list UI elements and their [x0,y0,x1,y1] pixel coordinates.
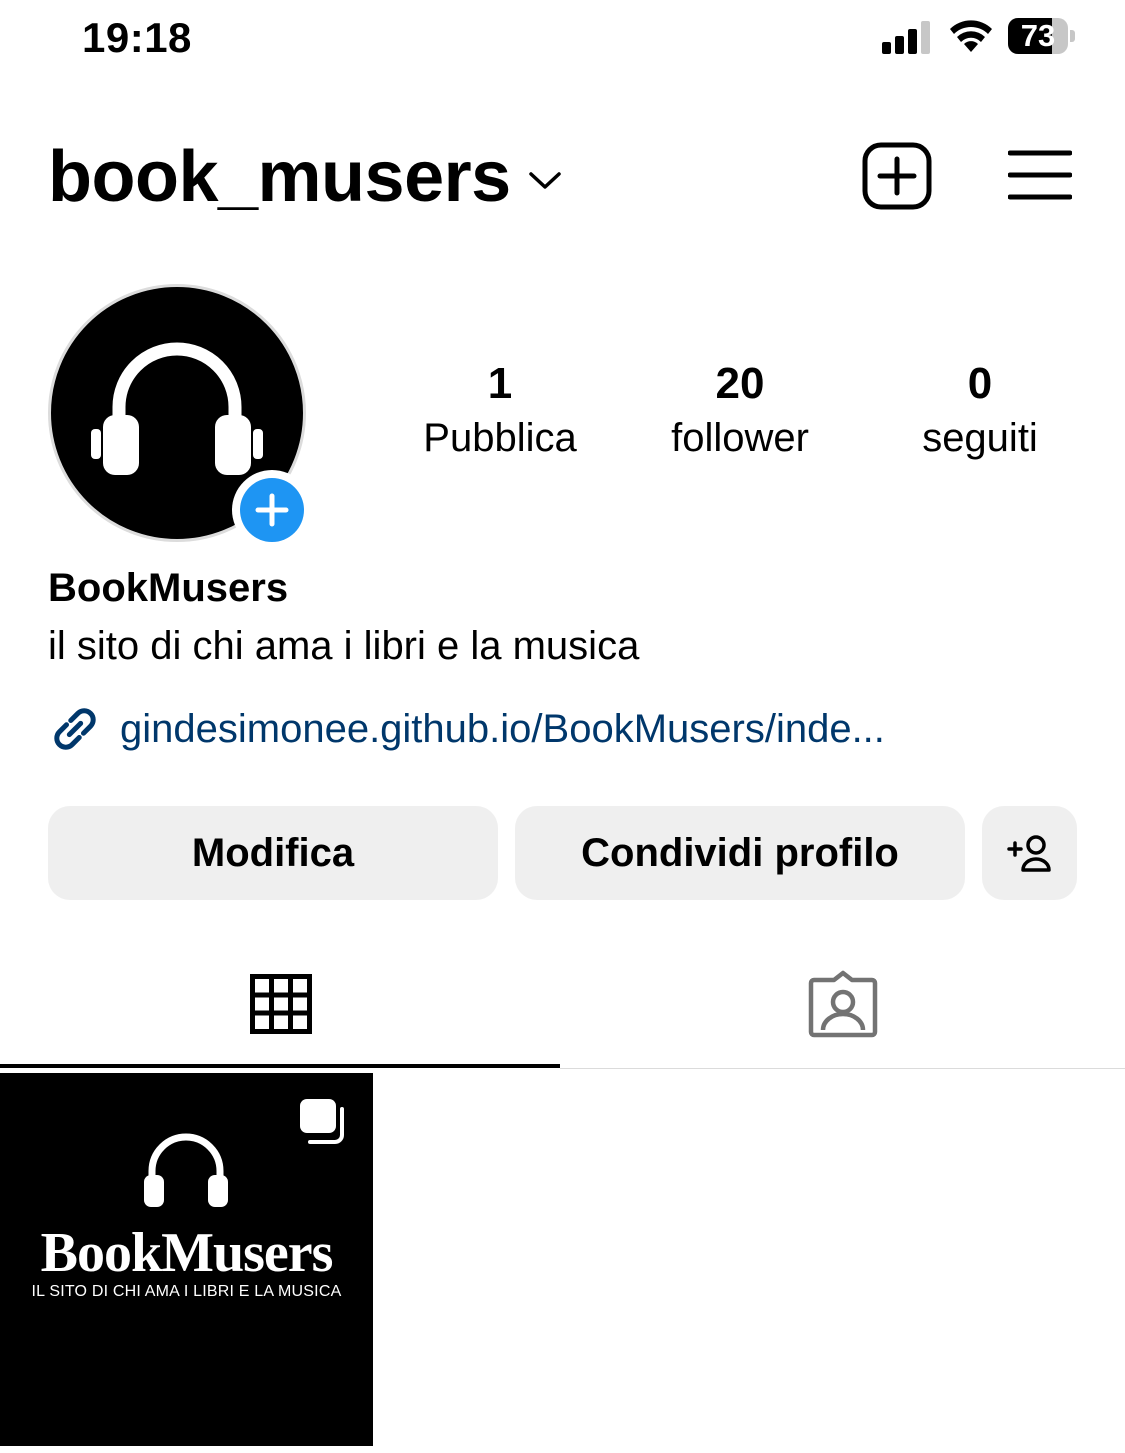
post-thumbnail[interactable]: BookMusers IL SITO DI CHI AMA I LIBRI E … [0,1073,373,1446]
status-time: 19:18 [82,14,192,61]
menu-icon[interactable] [1008,150,1072,200]
stat-followers[interactable]: 20 follower [620,356,860,464]
headphones-icon [144,1133,228,1207]
profile-link-text: gindesimonee.github.io/BookMusers/inde..… [120,706,885,751]
carousel-icon [300,1099,344,1144]
stat-posts-label: Pubblica [423,416,577,460]
discover-people-button[interactable] [982,806,1077,900]
share-profile-button[interactable]: Condividi profilo [515,806,965,900]
tab-divider [560,1068,1125,1069]
edit-profile-button[interactable]: Modifica [48,806,498,900]
post-title: BookMusers [40,1222,334,1284]
tab-grid[interactable] [0,944,560,1068]
display-name: BookMusers [48,566,289,610]
add-person-icon [1006,835,1051,872]
stat-followers-count: 20 [715,359,765,408]
stat-followers-label: follower [671,416,809,460]
link-icon [54,708,96,750]
username: book_musers [48,137,511,217]
chevron-down-icon [528,172,561,189]
battery-icon: 73 [1008,18,1075,54]
stat-posts-count: 1 [487,359,513,408]
stat-following-count: 0 [967,359,993,408]
wifi-icon [950,20,992,52]
tagged-icon [808,970,878,1038]
profile-link[interactable]: gindesimonee.github.io/BookMusers/inde..… [48,702,885,756]
add-story-button[interactable] [232,470,312,550]
username-switcher[interactable]: book_musers [48,136,563,218]
stat-following-label: seguiti [922,416,1038,460]
battery-level: 73 [1020,18,1056,53]
plus-icon [255,493,289,527]
stat-posts[interactable]: 1 Pubblica [380,356,620,464]
signal-icon [882,21,930,54]
grid-icon [250,974,312,1034]
bio-text: il sito di chi ama i libri e la musica [48,624,640,668]
stat-following[interactable]: 0 seguiti [860,356,1100,464]
post-subtitle: IL SITO DI CHI AMA I LIBRI E LA MUSICA [31,1283,342,1300]
add-post-icon[interactable] [862,142,932,210]
tab-tagged[interactable] [560,944,1120,1068]
